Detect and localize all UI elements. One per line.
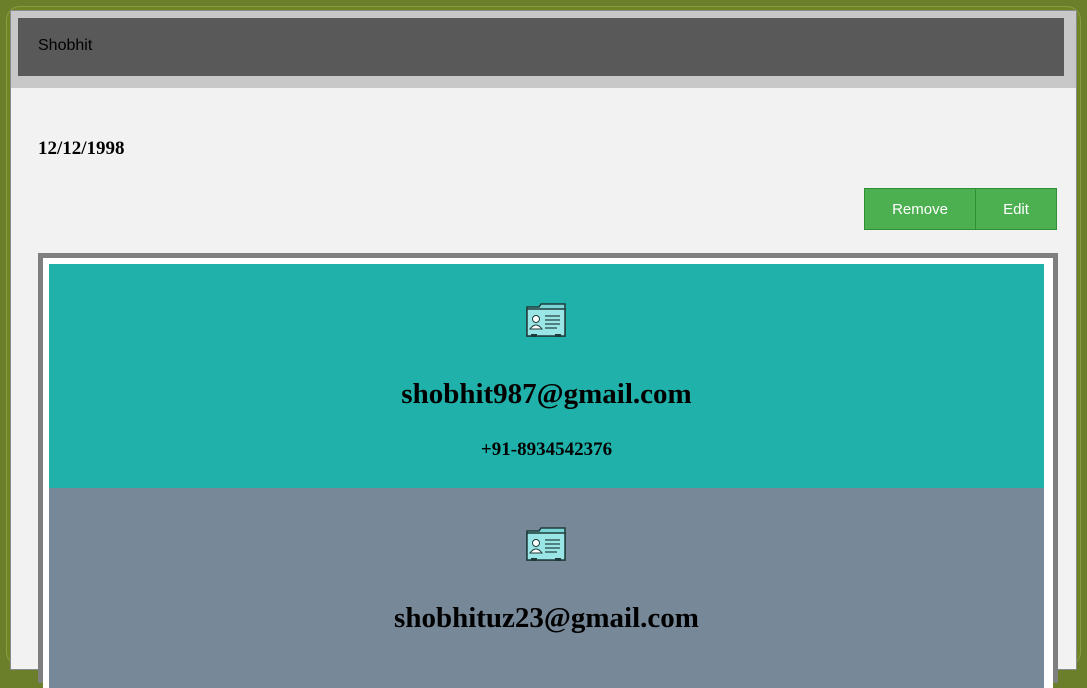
page-title: Shobhit <box>38 37 93 54</box>
app-window: Shobhit 12/12/1998 Remove Edit shobhit98… <box>10 10 1077 688</box>
contact-phone: +91-8934542376 <box>480 439 613 460</box>
contact-email: shobhituz23@gmail.com <box>394 602 699 634</box>
header-panel: Shobhit <box>18 18 1064 76</box>
date-of-birth: 12/12/1998 <box>38 138 125 159</box>
edit-button[interactable]: Edit <box>975 188 1057 230</box>
contact-card[interactable]: shobhit987@gmail.com +91-8934542376 <box>49 264 1044 488</box>
contact-card-icon <box>526 303 566 337</box>
contacts-list-inner: shobhit987@gmail.com +91-8934542376 shob… <box>43 258 1053 688</box>
header-bar: Shobhit <box>11 11 1076 88</box>
remove-button[interactable]: Remove <box>864 188 976 230</box>
contact-email: shobhit987@gmail.com <box>401 378 692 410</box>
contact-card[interactable]: shobhituz23@gmail.com <box>49 488 1044 688</box>
contacts-list: shobhit987@gmail.com +91-8934542376 shob… <box>38 253 1058 688</box>
contact-card-icon <box>526 527 566 561</box>
